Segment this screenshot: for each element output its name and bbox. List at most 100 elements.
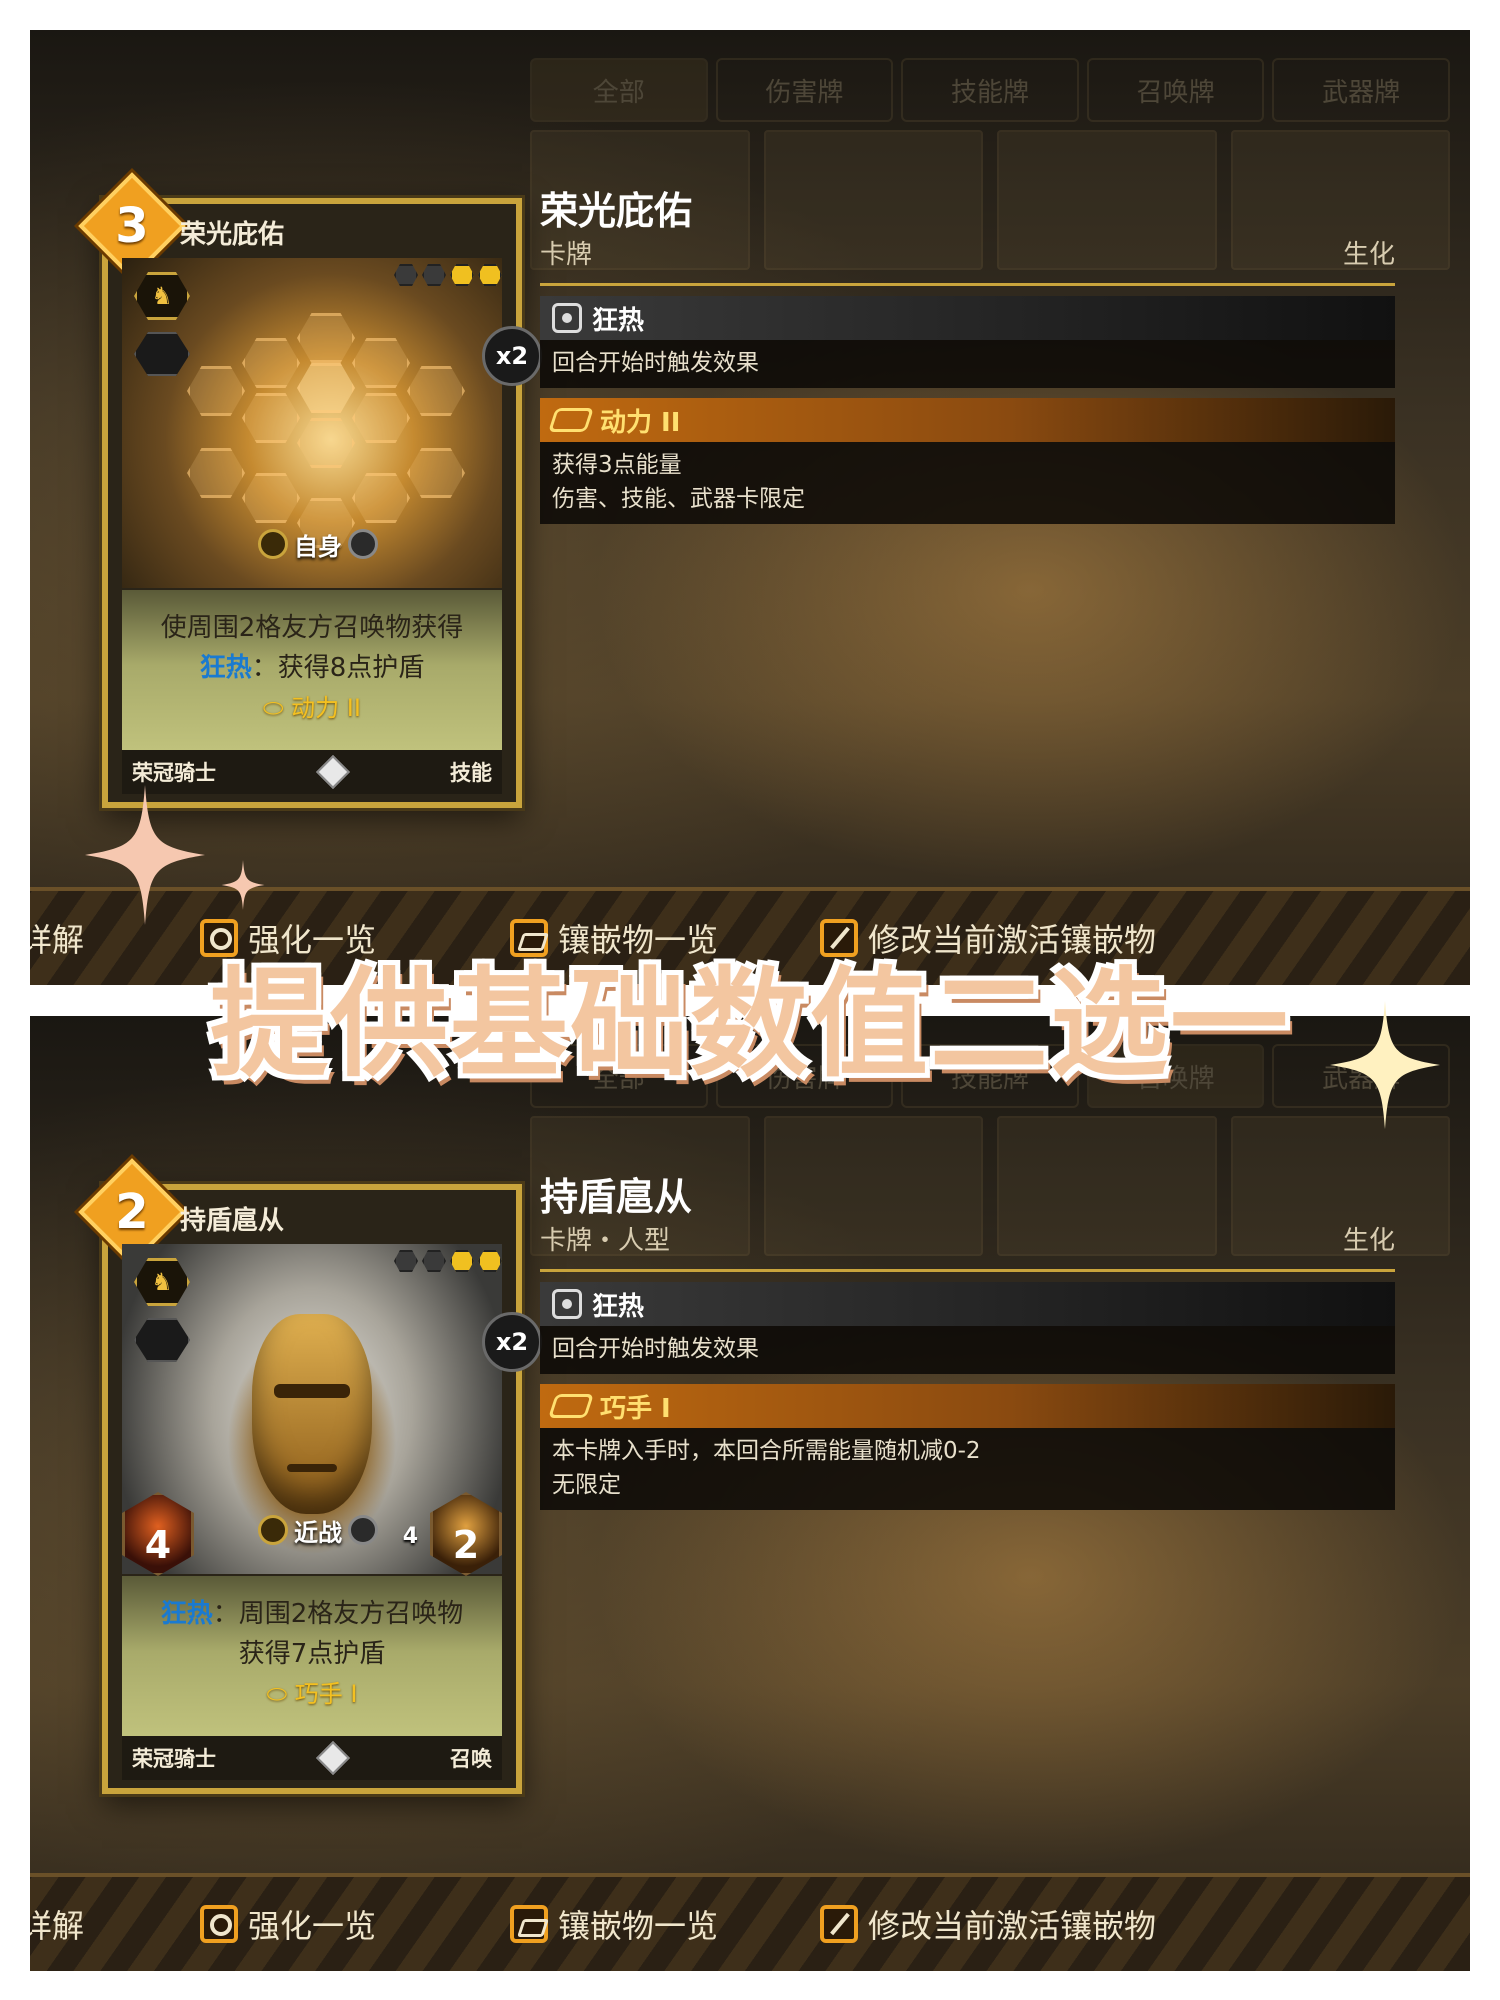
overlay-caption: 提供基础数值二选一 (209, 955, 1290, 1093)
card-effect-text: 使周围2格友方召唤物获得 狂热：获得8点护盾 ⬭ 动力 II (122, 590, 502, 758)
effect-body: 回合开始时触发效果 (540, 340, 1395, 388)
rarity-diamond-icon (316, 755, 350, 789)
card-shield-squire[interactable]: 2 持盾扈从 ♞ x2 4 近战 4 2 狂热：周围2格友方召唤物 获得7点护盾… (78, 1158, 542, 1794)
target-label: 近战 (294, 1518, 342, 1547)
detail-subtitle-row: 卡牌 生化 (540, 234, 1395, 286)
target-tag: 自身 (218, 522, 418, 566)
tab-skill[interactable]: 技能牌 (901, 58, 1079, 122)
detail-subtitle: 卡牌・人型 (540, 1226, 671, 1256)
bottom-action-bar: 详解 强化一览 镶嵌物一览 修改当前激活镶嵌物 (30, 1873, 1470, 1971)
effect-frenzy[interactable]: 狂热 回合开始时触发效果 (540, 296, 1395, 388)
modifier-label: 动力 II (291, 694, 361, 722)
sparkle-icon (85, 785, 205, 925)
card-glory-blessing[interactable]: 3 荣光庇佑 ♞ x2 自身 使周围2格友方召唤物获得 狂热：获得8点护盾 ⬭ … (78, 172, 542, 808)
effect-line: 本卡牌入手时，本回合所需能量随机减0-2 (552, 1438, 981, 1464)
card-text-rest: ：获得8点护盾 (251, 653, 425, 683)
footer-faction: 荣冠骑士 (132, 1747, 216, 1771)
effect-header: 动力 II (540, 398, 1395, 442)
gem-icon (478, 264, 502, 286)
target-icon (258, 1515, 288, 1545)
effect-frenzy[interactable]: 狂热 回合开始时触发效果 (540, 1282, 1395, 1374)
sparkle-icon (1330, 1000, 1440, 1130)
mask-icon (552, 303, 582, 333)
detail-subtitle: 卡牌 (540, 240, 593, 270)
tab-all[interactable]: 全部 (530, 58, 708, 122)
detail-label: 详解 (30, 1907, 85, 1945)
effect-line: 获得3点能量 (552, 452, 682, 478)
target-label: 自身 (294, 532, 342, 561)
energy-gems (394, 1250, 502, 1272)
sparkle-icon (221, 860, 265, 910)
search-icon (200, 1905, 238, 1943)
card-cost-value: 3 (115, 198, 149, 254)
detail-title: 持盾扈从 (540, 1175, 693, 1219)
gem-icon (478, 1250, 502, 1272)
effect-name: 巧手 I (600, 1393, 671, 1424)
detail-category: 生化 (1342, 1226, 1395, 1256)
card-text-line: 使周围2格友方召唤物获得 (160, 613, 464, 643)
effect-line: 回合开始时触发效果 (552, 350, 759, 376)
effect-header: 巧手 I (540, 1384, 1395, 1428)
screenshot-panel-top: 全部 伤害牌 技能牌 召唤牌 武器牌 3 荣光庇佑 ♞ x2 自身 使周围2格友… (30, 30, 1470, 985)
gear-icon (348, 1515, 378, 1545)
screenshot-panel-bottom: 全部 伤害牌 技能牌 召唤牌 武器牌 2 持盾扈从 ♞ x2 4 近战 4 2 … (30, 1016, 1470, 1971)
card-text-line: 获得7点护盾 (238, 1639, 386, 1669)
card-name: 持盾扈从 (180, 1206, 285, 1236)
effect-line: 回合开始时触发效果 (552, 1336, 759, 1362)
chip-icon (548, 1394, 594, 1418)
card-filter-tabs: 全部 伤害牌 技能牌 召唤牌 武器牌 (530, 58, 1450, 122)
tab-summon[interactable]: 召唤牌 (1086, 58, 1265, 122)
card-cost-value: 2 (115, 1184, 149, 1240)
target-tag: 近战 (218, 1508, 418, 1552)
footer-faction: 荣冠骑士 (132, 761, 216, 785)
inlay-list-button[interactable]: 镶嵌物一览 (510, 1901, 718, 1947)
detail-category: 生化 (1342, 240, 1395, 270)
card-effect-text: 狂热：周围2格友方召唤物 获得7点护盾 ⬭ 巧手 I (122, 1576, 502, 1744)
card-detail-panel: 持盾扈从 卡牌・人型 生化 狂热 回合开始时触发效果 巧手 I 本卡牌入手时，本… (540, 1166, 1395, 1510)
chip-icon (510, 1905, 548, 1943)
effect-line: 伤害、技能、武器卡限定 (552, 486, 805, 512)
tab-damage[interactable]: 伤害牌 (715, 58, 894, 122)
target-icon (258, 529, 288, 559)
detail-title: 荣光庇佑 (540, 189, 693, 233)
effect-name: 狂热 (592, 305, 645, 336)
effect-name: 动力 II (600, 407, 681, 438)
upgrade-list-label: 强化一览 (248, 1907, 377, 1945)
tab-weapon[interactable]: 武器牌 (1272, 58, 1450, 122)
effect-header: 狂热 (540, 1282, 1395, 1326)
effect-line: 无限定 (552, 1472, 621, 1498)
move-stat: 4 (402, 1524, 418, 1549)
card-name: 荣光庇佑 (180, 220, 285, 250)
mask-icon (552, 1289, 582, 1319)
effect-body: 回合开始时触发效果 (540, 1326, 1395, 1374)
effect-power-ii[interactable]: 动力 II 获得3点能量 伤害、技能、武器卡限定 (540, 398, 1395, 524)
footer-type: 技能 (450, 761, 492, 785)
footer-type: 召唤 (450, 1747, 492, 1771)
copies-badge: x2 (482, 1312, 542, 1372)
card-footer: 荣冠骑士 召唤 (122, 1736, 502, 1780)
golden-mask-art (252, 1314, 372, 1514)
gem-icon (394, 1250, 418, 1272)
gear-icon (348, 529, 378, 559)
card-modifier: ⬭ 巧手 I (266, 1680, 358, 1708)
gem-icon (394, 264, 418, 286)
inlay-list-label: 镶嵌物一览 (558, 1907, 719, 1945)
chip-icon (548, 408, 594, 432)
card-detail-panel: 荣光庇佑 卡牌 生化 狂热 回合开始时触发效果 动力 II 获得3点能量 伤害、… (540, 180, 1395, 524)
modify-inlay-label: 修改当前激活镶嵌物 (868, 1907, 1157, 1945)
keyword-frenzy: 狂热 (160, 1599, 213, 1629)
modify-inlay-button[interactable]: 修改当前激活镶嵌物 (820, 1901, 1156, 1947)
effect-name: 狂热 (592, 1291, 645, 1322)
energy-gems (394, 264, 502, 286)
modifier-label: 巧手 I (294, 1680, 358, 1708)
gem-icon (422, 264, 446, 286)
gem-icon (450, 1250, 474, 1272)
upgrade-list-button[interactable]: 强化一览 (200, 1901, 376, 1947)
gem-icon (422, 1250, 446, 1272)
card-modifier: ⬭ 动力 II (263, 694, 361, 722)
rarity-diamond-icon (316, 1741, 350, 1775)
effect-dexterity-i[interactable]: 巧手 I 本卡牌入手时，本回合所需能量随机减0-2 无限定 (540, 1384, 1395, 1510)
detail-button[interactable]: 详解 (30, 1901, 84, 1947)
edit-icon (820, 1905, 858, 1943)
card-text-line: 狂热：获得8点护盾 (134, 648, 490, 688)
